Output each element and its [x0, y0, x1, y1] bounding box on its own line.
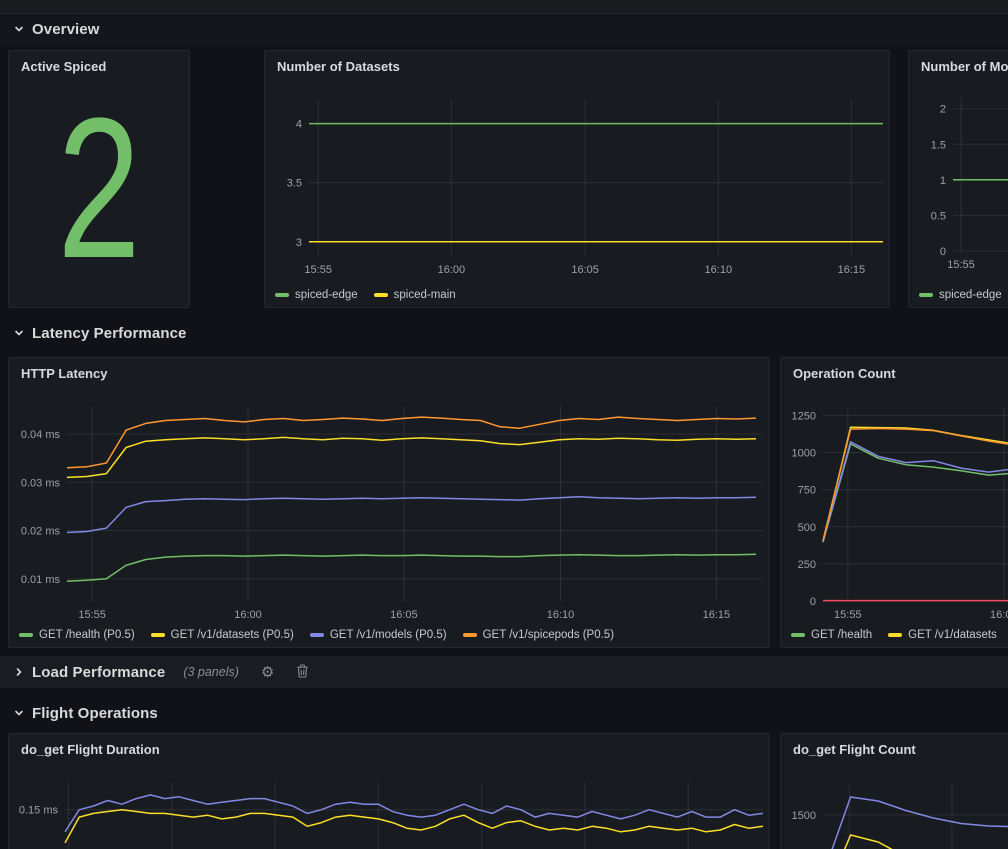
panel-title-http-latency[interactable]: HTTP Latency — [21, 366, 107, 381]
chevron-down-icon — [14, 24, 24, 34]
operation-count-chart[interactable]: 15:5516:0016:0516:1016:15025050075010001… — [781, 358, 1008, 648]
svg-text:15:55: 15:55 — [78, 609, 106, 621]
svg-text:16:00: 16:00 — [234, 609, 262, 621]
svg-text:15:55: 15:55 — [304, 264, 332, 276]
svg-text:0.01 ms: 0.01 ms — [21, 574, 61, 586]
chevron-down-icon — [14, 328, 24, 338]
trash-icon[interactable] — [296, 664, 309, 681]
svg-text:1000: 1000 — [792, 448, 816, 460]
svg-text:0.02 ms: 0.02 ms — [21, 526, 61, 538]
svg-text:16:10: 16:10 — [547, 609, 575, 621]
svg-text:750: 750 — [798, 485, 816, 497]
svg-text:15:55: 15:55 — [834, 609, 862, 621]
svg-text:1: 1 — [940, 175, 946, 187]
svg-text:16:10: 16:10 — [705, 264, 733, 276]
grafana-dashboard: Overview Active Spiced 2 Number of Datas… — [0, 0, 1008, 849]
panel-do-get-flight-duration: do_get Flight Duration 0.15 ms — [8, 733, 770, 849]
legend-item[interactable]: GET /v1/datasets — [888, 629, 997, 641]
chart-legend: spiced-edge — [919, 289, 1002, 301]
legend-item[interactable]: GET /health (P0.5) — [19, 629, 135, 641]
panel-http-latency: HTTP Latency 15:55 16:00 16:05 16:10 16:15 0.… — [8, 357, 770, 648]
svg-text:0.5: 0.5 — [931, 210, 946, 222]
svg-text:1500: 1500 — [792, 810, 816, 822]
panel-active-spiced: Active Spiced 2 — [8, 50, 190, 308]
http-latency-chart[interactable]: 15:55 16:00 16:05 16:10 16:15 0.01 ms 0.02 ms 0… — [9, 358, 770, 648]
legend-item[interactable]: GET /v1/datasets (P0.5) — [151, 629, 294, 641]
svg-text:3.5: 3.5 — [287, 178, 302, 190]
svg-text:16:00: 16:00 — [990, 609, 1008, 621]
panel-number-of-datasets: Number of Datasets 15:5516:0016:0516:101… — [264, 50, 890, 308]
panel-title-number-of-datasets[interactable]: Number of Datasets — [277, 59, 400, 74]
panel-title-do-get-flight-count[interactable]: do_get Flight Count — [793, 742, 916, 757]
section-title-flight-operations: Flight Operations — [32, 705, 158, 722]
section-title-load-performance: Load Performance — [32, 664, 165, 681]
panel-operation-count: Operation Count 15:5516:0016:0516:1016:1… — [780, 357, 1008, 648]
svg-text:0.04 ms: 0.04 ms — [21, 429, 61, 441]
svg-text:15:55: 15:55 — [947, 259, 975, 271]
svg-text:2: 2 — [940, 104, 946, 116]
legend-item[interactable]: spiced-edge — [919, 289, 1002, 301]
panel-count-label: (3 panels) — [183, 665, 239, 679]
legend-item[interactable]: GET /v1/spicepods (P0.5) — [463, 629, 614, 641]
number-of-datasets-chart[interactable]: 15:55 16:00 16:05 16:10 16:15 3 3.5 4 — [265, 51, 890, 308]
svg-text:16:05: 16:05 — [571, 264, 599, 276]
svg-text:16:15: 16:15 — [838, 264, 866, 276]
svg-text:16:05: 16:05 — [390, 609, 418, 621]
svg-text:0.03 ms: 0.03 ms — [21, 477, 61, 489]
chart-legend: GET /health (P0.5) GET /v1/datasets (P0.5… — [19, 629, 614, 641]
section-row-flight-operations[interactable]: Flight Operations — [0, 698, 1008, 728]
top-toolbar — [0, 0, 1008, 14]
chevron-right-icon — [14, 667, 24, 677]
panel-title-active-spiced[interactable]: Active Spiced — [21, 59, 106, 74]
svg-text:4: 4 — [296, 119, 302, 131]
svg-text:0.15 ms: 0.15 ms — [19, 805, 59, 817]
legend-item[interactable]: GET /health — [791, 629, 872, 641]
svg-text:0: 0 — [810, 596, 816, 608]
panel-title-do-get-flight-duration[interactable]: do_get Flight Duration — [21, 742, 160, 757]
chart-legend: spiced-edge spiced-main — [275, 289, 456, 301]
legend-item[interactable]: GET /v1/models (P0.5) — [310, 629, 447, 641]
legend-item[interactable]: spiced-edge — [275, 289, 358, 301]
stat-value: 2 — [32, 51, 167, 307]
section-row-overview[interactable]: Overview — [0, 14, 1008, 44]
panel-do-get-flight-count: do_get Flight Count 1500 — [780, 733, 1008, 849]
section-row-load-performance[interactable]: Load Performance (3 panels) ⚙ — [0, 656, 1008, 688]
svg-text:16:00: 16:00 — [438, 264, 466, 276]
svg-text:16:15: 16:15 — [703, 609, 731, 621]
panel-title-number-of-models[interactable]: Number of Models — [921, 59, 1008, 74]
svg-text:3: 3 — [296, 237, 302, 249]
svg-text:1250: 1250 — [792, 410, 816, 422]
section-title-overview: Overview — [32, 21, 100, 38]
svg-text:500: 500 — [798, 522, 816, 534]
legend-item[interactable]: spiced-main — [374, 289, 456, 301]
gear-icon[interactable]: ⚙ — [261, 665, 274, 680]
section-row-latency-performance[interactable]: Latency Performance — [0, 318, 1008, 348]
chevron-down-icon — [14, 708, 24, 718]
section-title-latency-performance: Latency Performance — [32, 325, 186, 342]
svg-text:250: 250 — [798, 559, 816, 571]
chart-legend: GET /healthGET /v1/datasetsGET /v1/model… — [791, 629, 1008, 641]
number-of-models-chart[interactable]: 15:5516:0016:0516:1016:1500.511.52 — [909, 51, 1008, 308]
panel-title-operation-count[interactable]: Operation Count — [793, 366, 896, 381]
svg-text:1.5: 1.5 — [931, 139, 946, 151]
panel-number-of-models: Number of Models 15:5516:0016:0516:1016:… — [908, 50, 1008, 308]
svg-text:0: 0 — [940, 246, 946, 258]
